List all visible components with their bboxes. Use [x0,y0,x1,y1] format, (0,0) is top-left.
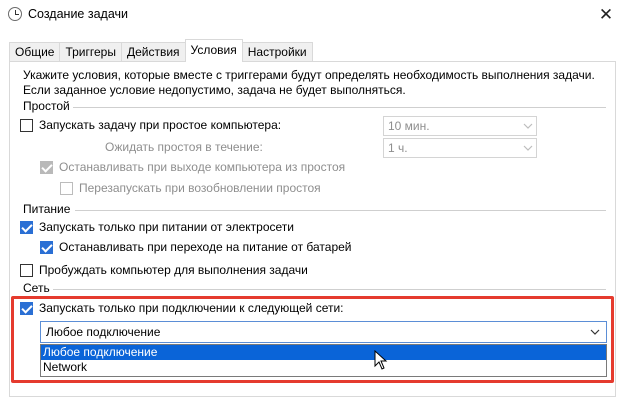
network-only-checkbox[interactable] [20,301,33,315]
wait-idle-combo[interactable]: 1 ч. [383,138,537,158]
stop-on-battery-label: Останавливать при переходе на питание от… [59,240,352,254]
close-button[interactable]: ✕ [589,0,623,30]
wait-idle-label: Ожидать простоя в течение: [105,140,263,154]
network-option-network[interactable]: Network [41,360,606,375]
wake-label: Пробуждать компьютер для выполнения зада… [39,263,308,277]
wake-row[interactable]: Пробуждать компьютер для выполнения зада… [20,263,308,277]
ac-only-label: Запускать только при питании от электрос… [39,220,294,234]
conditions-description: Укажите условия, которые вместе с тригге… [23,68,595,98]
start-on-idle-label: Запускать задачу при простое компьютера: [39,118,282,132]
description-line-2: Если заданное условие недопустимо, задач… [23,83,406,97]
network-option-any[interactable]: Любое подключение [41,345,606,360]
network-group-divider [52,289,606,290]
start-on-idle-checkbox[interactable] [20,118,33,132]
network-only-label: Запускать только при подключении к следу… [39,301,344,315]
tab-conditions[interactable]: Условия [184,39,243,62]
tab-settings[interactable]: Настройки [241,42,313,62]
window-title: Создание задачи [28,7,128,21]
wait-idle-value: 1 ч. [388,141,408,155]
ac-only-row[interactable]: Запускать только при питании от электрос… [20,220,294,234]
idle-group-divider [72,107,606,108]
stop-on-resume-checkbox[interactable] [40,160,53,174]
tab-bar: Общие Триггеры Действия Условия Настройк… [9,39,313,62]
wake-checkbox[interactable] [20,263,33,277]
tab-general[interactable]: Общие [9,42,61,62]
stop-on-battery-checkbox[interactable] [40,240,53,254]
restart-on-idle-label: Перезапускать при возобновлении простоя [79,181,321,195]
idle-duration-combo[interactable]: 10 мин. [383,116,537,136]
network-select[interactable]: Любое подключение [40,321,607,343]
power-group-label: Питание [23,202,74,216]
chevron-down-icon [590,329,600,335]
idle-duration-value: 10 мин. [388,119,430,133]
title-bar: Создание задачи ✕ [0,0,623,32]
start-on-idle-row[interactable]: Запускать задачу при простое компьютера: [20,118,281,132]
network-select-value: Любое подключение [46,325,161,339]
chevron-down-icon [523,145,533,151]
network-only-row[interactable]: Запускать только при подключении к следу… [20,301,344,315]
stop-on-resume-row[interactable]: Останавливать при выходе компьютера из п… [40,160,345,174]
ac-only-checkbox[interactable] [20,220,33,234]
idle-group-label: Простой [23,99,73,113]
description-line-1: Укажите условия, которые вместе с тригге… [23,68,595,82]
stop-on-battery-row[interactable]: Останавливать при переходе на питание от… [40,240,352,254]
network-group-label: Сеть [23,281,53,295]
tab-triggers[interactable]: Триггеры [59,42,122,62]
network-dropdown-list: Любое подключение Network [40,344,607,377]
restart-on-idle-row[interactable]: Перезапускать при возобновлении простоя [60,181,321,195]
wait-idle-row: Ожидать простоя в течение: [105,140,263,154]
power-group-divider [75,210,606,211]
task-scheduler-clock-icon [8,7,22,21]
close-icon: ✕ [598,5,614,24]
tab-actions[interactable]: Действия [120,42,186,62]
mouse-cursor-icon [374,350,388,370]
chevron-down-icon [523,123,533,129]
stop-on-resume-label: Останавливать при выходе компьютера из п… [59,160,346,174]
restart-on-idle-checkbox[interactable] [60,181,73,195]
